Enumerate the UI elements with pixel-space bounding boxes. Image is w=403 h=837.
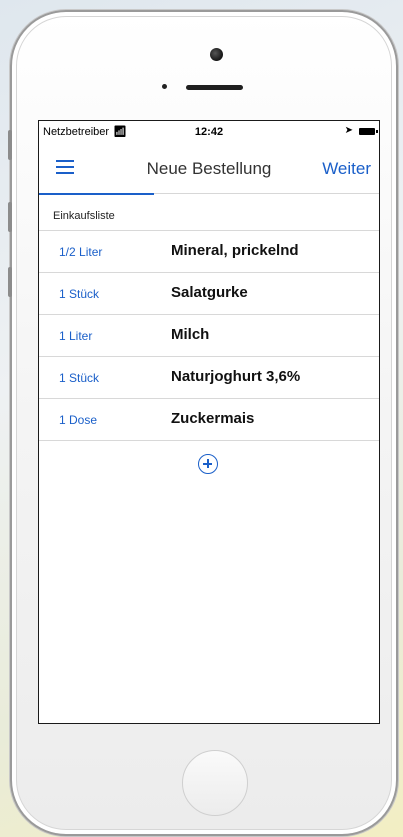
item-quantity: 1/2 Liter [59, 245, 103, 259]
item-name: Naturjoghurt 3,6% [171, 368, 301, 385]
front-camera [210, 48, 223, 61]
item-quantity: 1 Stück [59, 371, 100, 385]
mute-switch [8, 130, 12, 160]
status-bar: Netzbetreiber 📶︎ 12:42 ➤ [39, 121, 379, 143]
battery-icon [359, 128, 378, 135]
location-arrow-icon: ➤ [344, 125, 353, 136]
volume-up-button [8, 202, 12, 232]
status-time: 12:42 [194, 126, 224, 138]
earpiece-speaker [186, 85, 243, 90]
plus-circle-icon[interactable] [198, 454, 218, 474]
navigation-bar: Neue Bestellung Weiter [39, 143, 379, 195]
item-quantity: 1 Liter [59, 329, 93, 343]
list-item[interactable]: 1 Liter Milch [39, 315, 379, 357]
item-name: Milch [171, 326, 210, 343]
list-item[interactable]: 1/2 Liter Mineral, prickelnd [39, 231, 379, 273]
next-button[interactable]: Weiter [322, 159, 371, 179]
proximity-sensor [162, 84, 167, 89]
app-screen: Netzbetreiber 📶︎ 12:42 ➤ Neue Bestellung… [38, 120, 380, 724]
home-button[interactable] [182, 750, 248, 816]
item-name: Salatgurke [171, 284, 248, 301]
item-name: Mineral, prickelnd [171, 242, 299, 259]
item-quantity: 1 Stück [59, 287, 100, 301]
list-item[interactable]: 1 Stück Salatgurke [39, 273, 379, 315]
shopping-list: 1/2 Liter Mineral, prickelnd 1 Stück Sal… [39, 230, 379, 441]
list-item[interactable]: 1 Dose Zuckermais [39, 399, 379, 441]
list-item[interactable]: 1 Stück Naturjoghurt 3,6% [39, 357, 379, 399]
volume-down-button [8, 267, 12, 297]
item-quantity: 1 Dose [59, 413, 98, 427]
nav-active-indicator [39, 193, 154, 195]
section-label: Einkaufsliste [53, 210, 115, 222]
item-name: Zuckermais [171, 410, 255, 427]
